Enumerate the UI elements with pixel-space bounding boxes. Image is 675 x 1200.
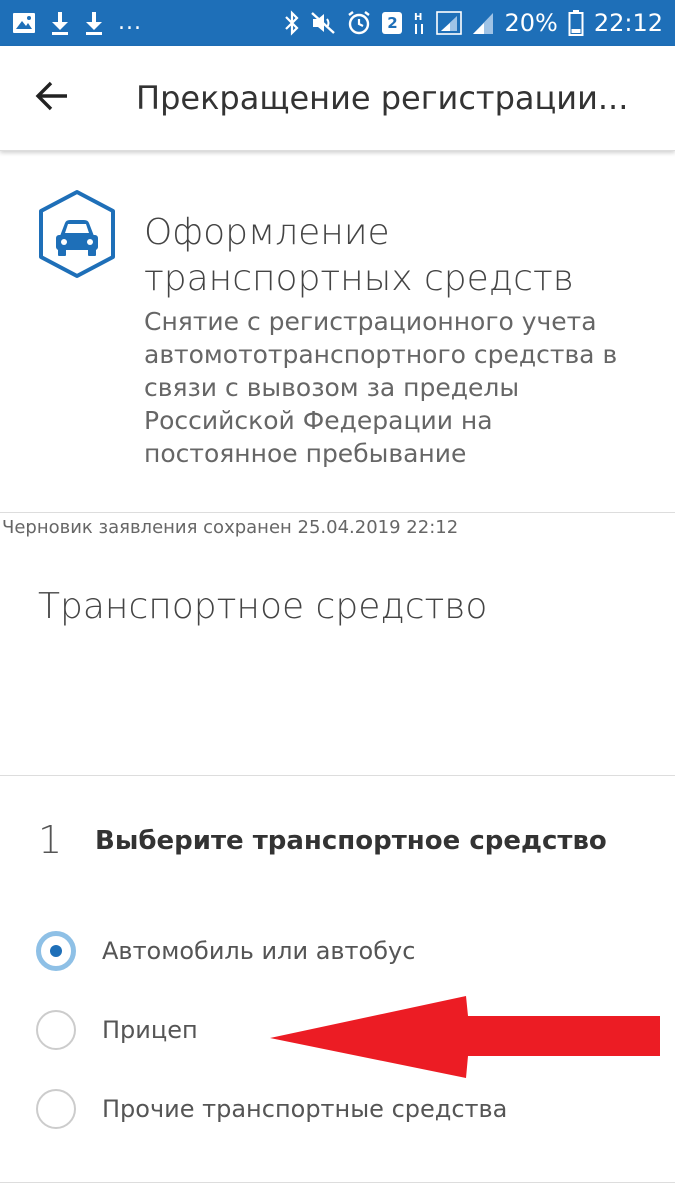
app-bar: Прекращение регистрации... [0, 46, 675, 151]
radio-label: Прочие транспортные средства [102, 1095, 508, 1123]
radio-option-other-vehicles[interactable]: Прочие транспортные средства [36, 1084, 507, 1134]
radio-button[interactable] [36, 1089, 76, 1129]
divider [0, 512, 675, 513]
radio-option-car-or-bus[interactable]: Автомобиль или автобус [36, 926, 415, 976]
signal-icon [436, 8, 463, 38]
download-icon [50, 8, 70, 38]
section-title: Транспортное средство [38, 586, 488, 627]
alarm-icon [346, 8, 372, 38]
download-icon [84, 8, 104, 38]
step-title: Выберите транспортное средство [95, 826, 607, 856]
battery-icon [568, 8, 584, 38]
radio-option-trailer[interactable]: Прицеп [36, 1005, 198, 1055]
network-h-icon: H [412, 8, 426, 38]
service-title: Оформление транспортных средств [144, 212, 574, 299]
bluetooth-icon [284, 8, 300, 38]
sim-badge: 2 [382, 12, 403, 34]
divider [0, 775, 675, 776]
arrow-left-icon [34, 80, 70, 116]
step-number: 1 [38, 818, 63, 862]
radio-label: Прицеп [102, 1016, 198, 1044]
svg-text:H: H [414, 12, 422, 23]
red-arrow-annotation [268, 994, 662, 1080]
gallery-icon [12, 8, 36, 38]
radio-button-selected[interactable] [36, 931, 76, 971]
radio-label: Автомобиль или автобус [102, 937, 416, 965]
service-description: Снятие с регистрационного учета автомото… [144, 307, 618, 468]
draft-saved-note: Черновик заявления сохранен 25.04.2019 2… [2, 517, 459, 538]
divider [0, 1182, 675, 1183]
back-button[interactable] [22, 68, 82, 128]
status-bar-right: 2 H 20% 22:12 [284, 8, 663, 38]
notifications-overflow: ... [118, 10, 142, 35]
status-bar: ... 2 H 20% 22:12 [0, 0, 675, 46]
signal-icon [472, 8, 494, 38]
mute-icon [310, 8, 336, 38]
status-bar-left: ... [12, 8, 142, 38]
car-icon [36, 188, 118, 280]
radio-button[interactable] [36, 1010, 76, 1050]
clock: 22:12 [593, 9, 663, 37]
page-title: Прекращение регистрации... [136, 79, 629, 117]
battery-percent: 20% [504, 9, 558, 37]
